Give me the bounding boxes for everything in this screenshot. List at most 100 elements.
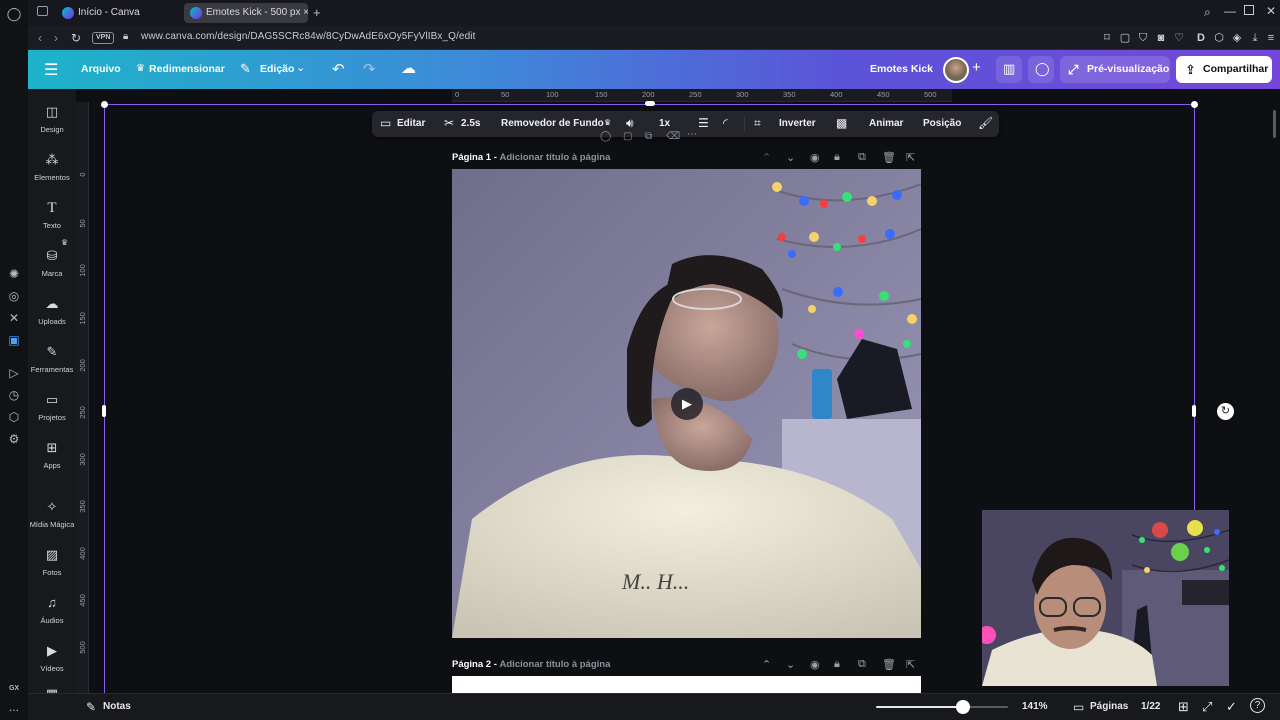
- tab-island-icon[interactable]: [37, 6, 48, 16]
- scissors-icon[interactable]: ✂: [444, 116, 454, 130]
- sidebar-item-audios[interactable]: ♫ Áudios: [28, 595, 76, 625]
- gx-label[interactable]: GX: [6, 681, 22, 697]
- project-title[interactable]: Emotes Kick: [870, 63, 933, 75]
- add-collaborator-icon[interactable]: +: [972, 59, 981, 76]
- page-up-icon[interactable]: ⌃: [762, 151, 771, 164]
- close-window-icon[interactable]: ✕: [1266, 4, 1276, 18]
- resize-handle-top[interactable]: [645, 101, 655, 106]
- rotate-handle-icon[interactable]: ↻: [1217, 403, 1234, 420]
- bluesky-icon[interactable]: ▣: [6, 332, 22, 348]
- delete-icon[interactable]: ⌫: [666, 131, 680, 142]
- line-weight-icon[interactable]: ☰: [698, 116, 709, 130]
- duration-button[interactable]: 2.5s: [461, 118, 480, 129]
- check-icon[interactable]: ✓: [1226, 699, 1237, 715]
- hamburger-menu-icon[interactable]: ☰: [44, 60, 58, 80]
- url-text[interactable]: www.canva.com/design/DAG5SCRc84w/8CyDwAd…: [141, 31, 475, 42]
- volume-icon[interactable]: 🔊︎: [626, 116, 634, 131]
- resize-handle-top-left[interactable]: [101, 101, 108, 108]
- hide-page-icon[interactable]: ◉: [810, 151, 820, 164]
- sidebar-item-design[interactable]: ◫ Design: [28, 104, 76, 134]
- chevron-down-icon[interactable]: ⌄: [296, 61, 305, 74]
- fullscreen-icon[interactable]: ⤢: [1202, 699, 1212, 715]
- avatar[interactable]: [943, 57, 969, 83]
- maximize-icon[interactable]: [1244, 5, 1254, 15]
- grid-view-icon[interactable]: ⊞: [1178, 699, 1189, 715]
- sidebar-item-elements[interactable]: ⁂ Elementos: [28, 152, 76, 182]
- canvas-scrollbar[interactable]: [1273, 110, 1276, 138]
- lock-icon[interactable]: 🔒︎: [123, 31, 128, 42]
- speed-button[interactable]: 1x: [659, 118, 670, 129]
- resize-handle-right[interactable]: [1192, 405, 1196, 417]
- snapshot-icon[interactable]: ▢: [1118, 31, 1132, 45]
- redo-icon[interactable]: ↷: [363, 60, 376, 78]
- background-remover-button[interactable]: Removedor de Fundo: [501, 118, 604, 129]
- lock-page-icon[interactable]: 🔒︎: [834, 658, 840, 671]
- sidebar-item-magic-media[interactable]: ✧ Mídia Mágica: [28, 499, 76, 529]
- pages-button[interactable]: Páginas: [1090, 701, 1128, 712]
- download-icon[interactable]: ⤓: [1248, 31, 1262, 45]
- search-tabs-icon[interactable]: ⌕: [1204, 5, 1211, 20]
- file-menu[interactable]: Arquivo: [81, 63, 121, 75]
- share-button[interactable]: ⇪ Compartilhar: [1176, 56, 1272, 83]
- more-options-icon[interactable]: ⋯: [687, 129, 697, 140]
- edit-button[interactable]: Editar: [397, 118, 425, 129]
- ai-icon[interactable]: ✺: [6, 266, 22, 282]
- more-icon[interactable]: ...: [6, 699, 22, 715]
- cloud-saved-icon[interactable]: ☁: [401, 59, 416, 77]
- settings-icon[interactable]: ⚙: [6, 431, 22, 447]
- hide-page-icon[interactable]: ◉: [810, 658, 820, 671]
- page-counter[interactable]: 1/22: [1141, 701, 1160, 712]
- play-button-icon[interactable]: ▶: [671, 388, 703, 420]
- flip-button[interactable]: Inverter: [779, 118, 816, 129]
- forward-icon[interactable]: ›: [54, 31, 58, 45]
- add-page-icon[interactable]: ⇱: [906, 151, 915, 164]
- preview-button[interactable]: ⤢ Pré-visualização: [1060, 56, 1170, 83]
- duplicate-page-icon[interactable]: ⧉: [858, 151, 866, 164]
- sidebar-item-brand[interactable]: ⛁ Marca ♛: [28, 238, 76, 278]
- menu-icon[interactable]: ≡: [1264, 31, 1278, 45]
- insights-button[interactable]: ▥: [996, 56, 1022, 83]
- resize-handle-top-right[interactable]: [1191, 101, 1198, 108]
- shield-icon[interactable]: ⛉: [1136, 31, 1150, 45]
- help-icon[interactable]: ?: [1250, 698, 1265, 713]
- sidebar-item-tools[interactable]: ✎ Ferramentas: [28, 344, 76, 374]
- lock-page-icon[interactable]: 🔒︎: [834, 151, 840, 164]
- camera-icon[interactable]: ◙: [1154, 31, 1168, 45]
- duplicate-icon[interactable]: ⧉: [645, 131, 652, 142]
- duplicate-page-icon[interactable]: ⧉: [858, 658, 866, 671]
- zoom-slider-thumb[interactable]: [956, 700, 970, 714]
- extensions-puzzle-icon[interactable]: ⬡: [1212, 31, 1226, 45]
- page-2-title[interactable]: Página 2 - Adicionar título à página: [452, 659, 610, 670]
- edit-mode-dropdown[interactable]: Edição: [260, 63, 294, 75]
- video-element[interactable]: M.. H... ▶: [452, 169, 921, 638]
- minimize-icon[interactable]: —: [1224, 4, 1236, 18]
- notes-button[interactable]: Notas: [103, 701, 131, 712]
- heart-icon[interactable]: ♡: [1172, 31, 1186, 45]
- new-tab-icon[interactable]: +: [313, 5, 321, 20]
- whatsapp-icon[interactable]: ◎: [6, 288, 22, 304]
- page-up-icon[interactable]: ⌃: [762, 658, 771, 671]
- bookmark-icon[interactable]: ⌑: [1100, 31, 1114, 45]
- zoom-percentage[interactable]: 141%: [1022, 701, 1048, 712]
- sidebar-item-projects[interactable]: ▭ Projetos: [28, 392, 76, 422]
- page-1-title[interactable]: Página 1 - Adicionar título à página: [452, 152, 610, 163]
- opera-logo-icon[interactable]: ◯: [6, 6, 22, 22]
- delete-page-icon[interactable]: 🗑︎: [882, 658, 896, 671]
- transparency-icon[interactable]: ▩: [836, 116, 847, 130]
- delete-page-icon[interactable]: 🗑︎: [882, 151, 896, 164]
- player-icon[interactable]: ▷: [6, 365, 22, 381]
- sidebar-item-uploads[interactable]: ☁ Uploads: [28, 296, 76, 326]
- tab-emotes-kick[interactable]: Emotes Kick - 500 px × 50: [184, 3, 308, 23]
- comment-icon[interactable]: ◯: [600, 131, 611, 142]
- sidebar-item-videos[interactable]: ▶ Vídeos: [28, 643, 76, 673]
- page-down-icon[interactable]: ⌄: [786, 658, 795, 671]
- resize-button[interactable]: Redimensionar: [149, 63, 225, 75]
- animate-button[interactable]: Animar: [869, 118, 903, 129]
- paint-roller-icon[interactable]: 🖌︎: [978, 116, 993, 130]
- back-icon[interactable]: ‹: [38, 31, 42, 45]
- zoom-slider-track[interactable]: [876, 700, 1008, 714]
- wallet-icon[interactable]: ◈: [1230, 31, 1244, 45]
- vpn-badge[interactable]: VPN: [92, 32, 115, 44]
- x-icon[interactable]: ✕: [6, 310, 22, 326]
- page-down-icon[interactable]: ⌄: [786, 151, 795, 164]
